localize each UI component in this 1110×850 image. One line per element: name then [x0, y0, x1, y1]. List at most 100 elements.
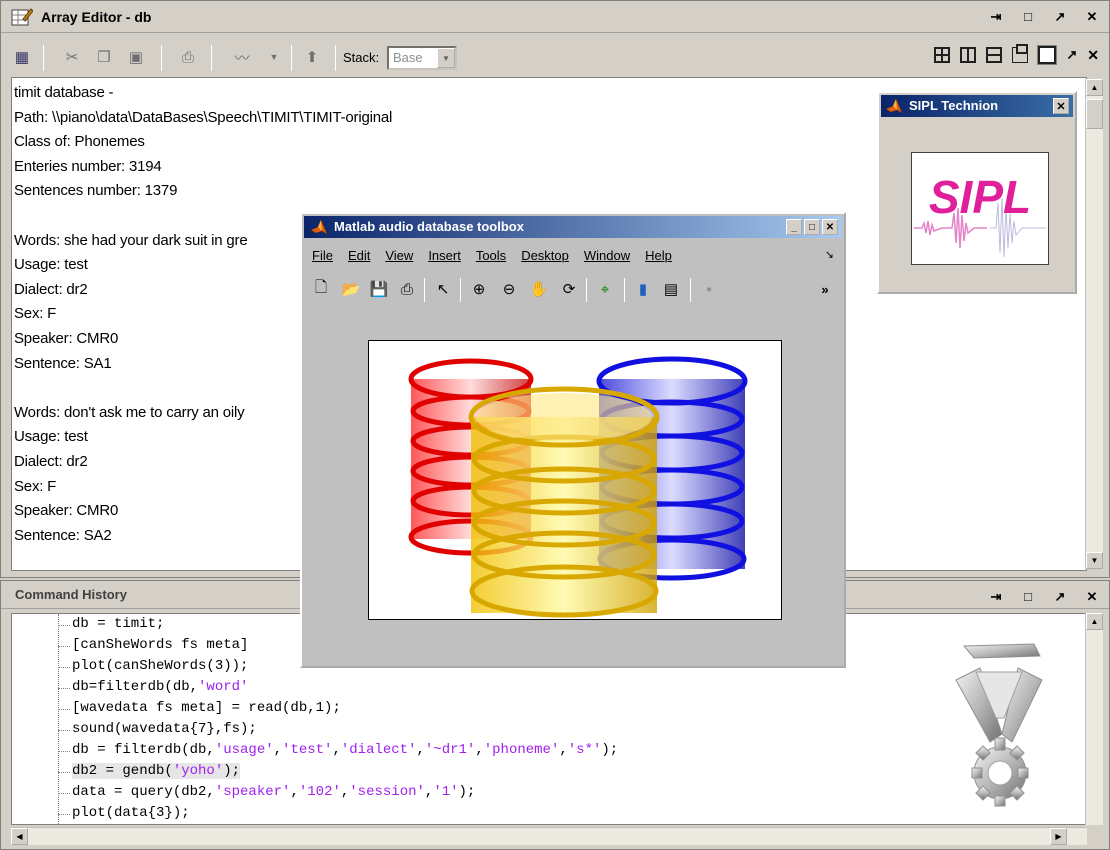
editor-line: Speaker: CMR0	[14, 330, 119, 347]
plot-selection-icon[interactable]: 〰	[227, 46, 257, 68]
pan-icon[interactable]: ✋	[528, 278, 550, 300]
scroll-up-icon[interactable]: ▲	[1086, 79, 1103, 96]
editor-line: Usage: test	[14, 256, 88, 274]
editor-line: Enteries number: 3194	[14, 157, 162, 175]
menu-file[interactable]: File	[312, 248, 333, 268]
import-data-icon[interactable]: ▦	[11, 46, 33, 68]
new-figure-icon[interactable]: 🗋	[310, 278, 332, 300]
editor-line: Sentence: SA1	[14, 354, 112, 372]
sipl-logo-text: SIPL	[929, 171, 1031, 223]
maximize-doc-icon[interactable]	[1037, 45, 1058, 65]
scroll-up-icon[interactable]: ▲	[1086, 613, 1103, 630]
dock-icon[interactable]: ⇥	[989, 589, 1003, 605]
history-command[interactable]: sound(wavedata{7},fs);	[72, 721, 257, 737]
save-icon[interactable]: 💾	[368, 278, 390, 300]
paste-icon[interactable]: ▣	[125, 46, 147, 68]
dock-icon[interactable]: ⇥	[989, 9, 1003, 25]
print-icon[interactable]: ⎙	[177, 46, 199, 68]
menu-edit[interactable]: Edit	[348, 248, 370, 268]
legend-icon[interactable]: ▤	[660, 278, 682, 300]
edit-plot-icon[interactable]: ↖	[432, 278, 454, 300]
figure-menubar: File Edit View Insert Tools Desktop Wind…	[306, 248, 840, 268]
database-cylinders-image	[408, 356, 748, 618]
undock-doc-icon[interactable]: ↗	[1066, 47, 1077, 63]
history-command[interactable]: plot(data{3});	[72, 805, 190, 821]
editor-line: Dialect: dr2	[14, 280, 88, 298]
zoom-in-icon[interactable]: ⊕	[468, 278, 490, 300]
copy-icon[interactable]: ❐	[93, 46, 115, 68]
editor-line: Sex: F	[14, 305, 57, 323]
scroll-thumb[interactable]	[1086, 99, 1103, 129]
close-icon[interactable]: ✕	[1085, 589, 1099, 605]
horizontal-scrollbar[interactable]: ◀ ▶	[11, 827, 1087, 845]
stack-select[interactable]: Base ▼	[387, 46, 457, 70]
matlab-logo-icon	[310, 219, 328, 235]
maximize-icon[interactable]: □	[1021, 589, 1035, 605]
history-command[interactable]: [wavedata fs meta] = read(db,1);	[72, 700, 341, 716]
scroll-right-icon[interactable]: ▶	[1050, 828, 1067, 845]
menu-window[interactable]: Window	[584, 248, 630, 268]
menu-tools[interactable]: Tools	[476, 248, 506, 268]
undock-icon[interactable]: ↗	[1053, 9, 1067, 25]
menu-help[interactable]: Help	[645, 248, 672, 268]
technion-logo	[955, 643, 1043, 807]
editor-line: Sentences number: 1379	[14, 182, 178, 200]
sipl-titlebar[interactable]: SIPL Technion ✕	[881, 95, 1073, 117]
matlab-logo-icon	[885, 98, 903, 114]
open-file-icon[interactable]: 📂	[340, 278, 362, 300]
editor-line: Class of: Phonemes	[14, 133, 145, 151]
history-command[interactable]: db = timit;	[72, 616, 164, 632]
history-command[interactable]: db = filterdb(db,'usage','test','dialect…	[72, 742, 618, 758]
scroll-left-icon[interactable]: ◀	[11, 828, 28, 845]
colorbar-icon[interactable]: ▮	[632, 278, 654, 300]
editor-line: Speaker: CMR0	[14, 502, 119, 520]
history-command[interactable]: [canSheWords fs meta]	[72, 637, 248, 653]
editor-line: timit database -	[14, 84, 114, 101]
close-doc-icon[interactable]: ✕	[1087, 47, 1099, 64]
go-up-icon[interactable]: ⬆	[301, 46, 323, 68]
rotate-3d-icon[interactable]: ⟳	[558, 278, 580, 300]
chevron-down-icon: ▼	[437, 48, 455, 68]
data-cursor-icon[interactable]: ⌖	[594, 278, 616, 300]
tile-grid-icon[interactable]	[934, 47, 951, 63]
top-bottom-split-icon[interactable]	[986, 47, 1003, 63]
toolbar-overflow-icon[interactable]: »	[814, 278, 836, 300]
array-editor-title: Array Editor - db	[41, 9, 152, 25]
dock-arrow-icon[interactable]: ↘	[825, 248, 834, 261]
history-command[interactable]: db=filterdb(db,'word'	[72, 679, 248, 695]
database-image-axes	[368, 340, 782, 620]
yellow-cylinder	[468, 386, 660, 618]
stack-select-value: Base	[393, 50, 423, 65]
maximize-icon[interactable]: □	[804, 219, 820, 235]
close-icon[interactable]: ✕	[1085, 9, 1099, 25]
history-command[interactable]: plot(canSheWords(3));	[72, 658, 248, 674]
history-vertical-scrollbar[interactable]: ▲	[1085, 613, 1103, 825]
plot-dropdown-icon[interactable]: ▼	[263, 46, 285, 68]
left-right-split-icon[interactable]	[960, 47, 977, 63]
history-command[interactable]: db2 = gendb('yoho');	[72, 763, 241, 779]
close-icon[interactable]: ✕	[822, 219, 838, 235]
float-icon[interactable]	[1012, 44, 1029, 63]
plot-tools-icon[interactable]: ▪	[698, 278, 720, 300]
cut-icon[interactable]: ✂	[61, 46, 83, 68]
matlab-figure-window: Matlab audio database toolbox _ □ ✕ File…	[300, 212, 846, 668]
sipl-technion-window: SIPL Technion ✕ SIPL	[877, 91, 1077, 294]
print-icon[interactable]: ⎙	[396, 278, 418, 300]
close-icon[interactable]: ✕	[1053, 98, 1069, 114]
command-history-title: Command History	[15, 587, 127, 602]
figure-titlebar[interactable]: Matlab audio database toolbox _ □ ✕	[304, 216, 842, 238]
menu-desktop[interactable]: Desktop	[521, 248, 569, 268]
history-command[interactable]: data = query(db2,'speaker','102','sessio…	[72, 784, 475, 800]
editor-line: Path: \\piano\data\DataBases\Speech\TIMI…	[14, 108, 393, 126]
menu-insert[interactable]: Insert	[428, 248, 461, 268]
array-editor-icon	[11, 8, 33, 26]
vertical-scrollbar[interactable]: ▲ ▼	[1085, 79, 1103, 569]
menu-view[interactable]: View	[385, 248, 413, 268]
maximize-icon[interactable]: □	[1021, 9, 1035, 25]
zoom-out-icon[interactable]: ⊖	[498, 278, 520, 300]
editor-line: Usage: test	[14, 428, 88, 446]
scroll-down-icon[interactable]: ▼	[1086, 552, 1103, 569]
minimize-icon[interactable]: _	[786, 219, 802, 235]
undock-icon[interactable]: ↗	[1053, 589, 1067, 605]
sipl-logo: SIPL	[911, 152, 1049, 265]
